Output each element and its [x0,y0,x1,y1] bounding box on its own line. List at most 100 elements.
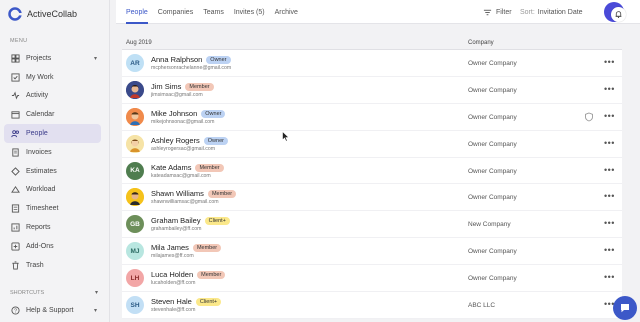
person-company[interactable]: Owner Company [468,87,517,94]
person-name[interactable]: Steven Hale Client+ [151,297,222,307]
sidebar-item-people[interactable]: People [4,124,101,143]
tab-teams[interactable]: Teams [203,0,224,24]
person-company[interactable]: Owner Company [468,60,517,67]
more-options-icon[interactable]: ••• [604,191,615,201]
chat-support-button[interactable] [613,296,637,320]
table-row[interactable]: MJ Mila James Member milajames@ff.com Own… [122,238,622,266]
table-row[interactable]: Shawn Williams Member shawnwilliamsac@gma… [122,184,622,212]
more-options-icon[interactable]: ••• [604,165,615,175]
more-options-icon[interactable]: ••• [604,57,615,67]
role-badge: Owner [201,109,226,118]
table-row[interactable]: AR Anna Ralphson Owner mcphersonrachelann… [122,50,622,77]
sidebar-item-add-ons[interactable]: Add-Ons [4,237,101,256]
help-support[interactable]: ? Help & Support ▾ [4,301,101,320]
person-name[interactable]: Luca Holden Member [151,270,226,280]
person-company[interactable]: Owner Company [468,248,517,255]
brand[interactable]: ActiveCollab [8,7,77,21]
sidebar-item-label: Activity [26,92,49,100]
person-company[interactable]: ABC LLC [468,302,495,309]
person-name[interactable]: Mila James Member [151,243,222,253]
sidebar-item-reports[interactable]: Reports [4,218,101,237]
person-company[interactable]: Owner Company [468,275,517,282]
role-badge: Member [192,244,222,253]
more-options-icon[interactable]: ••• [604,272,615,282]
sort-dropdown[interactable]: Sort: Invitation Date [520,0,583,24]
reports-icon [10,223,20,233]
avatar[interactable]: SH [126,296,144,315]
avatar[interactable]: MJ [126,242,144,261]
sidebar-item-my-work[interactable]: My Work [4,68,101,87]
sidebar-item-label: Workload [26,186,56,194]
sidebar-item-activity[interactable]: Activity [4,87,101,106]
avatar[interactable] [126,107,144,126]
more-options-icon[interactable]: ••• [604,218,615,228]
person-name[interactable]: Kate Adams Member [151,163,224,172]
chevron-down-icon[interactable]: ▾ [94,307,97,314]
shortcuts-section[interactable]: SHORTCUTS ▾ [10,290,100,296]
brand-name: ActiveCollab [27,9,78,19]
person-email: jimsimsac@gmail.com [151,91,203,98]
person-name[interactable]: Anna Ralphson Owner [151,55,231,64]
avatar[interactable]: KA [126,161,144,180]
table-row[interactable]: Ashley Rogers Owner ashleyrogersac@gmail.… [122,130,622,158]
table-row[interactable]: SH Steven Hale Client+ stevenhale@ff.com … [122,292,622,319]
avatar[interactable]: AR [126,54,144,72]
sidebar-item-help[interactable]: ? Help & Support ▾ [4,301,101,320]
notifications-button[interactable] [604,2,626,22]
table-row[interactable]: KA Kate Adams Member kateadamsac@gmail.co… [122,157,622,185]
sidebar-item-projects[interactable]: Projects ▾ [4,49,101,68]
bell-icon[interactable] [611,7,626,22]
sort-value: Invitation Date [537,8,583,16]
person-company[interactable]: Owner Company [468,141,517,148]
more-options-icon[interactable]: ••• [604,111,615,121]
tab-invites[interactable]: Invites (5) [234,0,265,24]
avatar[interactable]: LH [126,269,144,288]
my-work-icon [10,72,20,82]
filter-button[interactable]: Filter [483,0,512,24]
more-options-icon[interactable]: ••• [604,84,615,94]
sidebar-item-calendar[interactable]: Calendar [4,105,101,124]
person-company[interactable]: Owner Company [468,168,517,175]
tab-companies[interactable]: Companies [158,0,193,24]
more-options-icon[interactable]: ••• [604,245,615,255]
chevron-down-icon[interactable]: ▾ [95,289,98,296]
person-name[interactable]: Mike Johnson Owner [151,109,226,118]
person-email: lucaholden@ff.com [151,280,196,287]
table-row[interactable]: Mike Johnson Owner mikejohnsonac@gmail.co… [122,103,622,131]
avatar[interactable] [126,188,144,207]
person-name[interactable]: Ashley Rogers Owner [151,136,228,145]
sidebar-item-workload[interactable]: Workload [4,181,101,200]
person-name[interactable]: Shawn Williams Member [151,189,237,199]
sidebar-item-label: People [26,130,48,138]
person-name[interactable]: Jim Sims Member [151,82,214,91]
person-email: milajames@ff.com [151,253,194,260]
add-ons-icon [10,241,20,251]
tab-people[interactable]: People [126,0,148,24]
person-email: kateadamsac@gmail.com [151,172,211,179]
chevron-down-icon[interactable]: ▾ [94,55,97,62]
person-company[interactable]: Owner Company [468,114,517,121]
svg-text:?: ? [14,308,17,314]
table-row[interactable]: LH Luca Holden Member lucaholden@ff.com O… [122,265,622,293]
tab-archive[interactable]: Archive [275,0,298,24]
sidebar-item-estimates[interactable]: Estimates [4,162,101,181]
company-column-header[interactable]: Company [468,40,494,46]
filter-label: Filter [496,8,512,16]
avatar[interactable] [126,80,144,99]
more-options-icon[interactable]: ••• [604,138,615,148]
table-row[interactable]: GB Graham Bailey Client+ grahambailey@ff.… [122,211,622,239]
sidebar-item-trash[interactable]: Trash [4,256,101,275]
avatar[interactable] [126,134,144,153]
person-company[interactable]: Owner Company [468,194,517,201]
sidebar-item-invoices[interactable]: Invoices [4,143,101,162]
avatar[interactable]: GB [126,215,144,234]
person-company[interactable]: New Company [468,221,511,228]
rows: AR Anna Ralphson Owner mcphersonrachelann… [122,50,622,319]
role-badge: Member [197,271,226,280]
sidebar-item-timesheet[interactable]: Timesheet [4,199,101,218]
person-name[interactable]: Graham Bailey Client+ [151,216,230,226]
timesheet-icon [10,204,20,214]
shortcuts-label: SHORTCUTS [10,290,45,296]
invoices-icon [10,147,20,157]
table-row[interactable]: Jim Sims Member jimsimsac@gmail.com Owner… [122,76,622,104]
